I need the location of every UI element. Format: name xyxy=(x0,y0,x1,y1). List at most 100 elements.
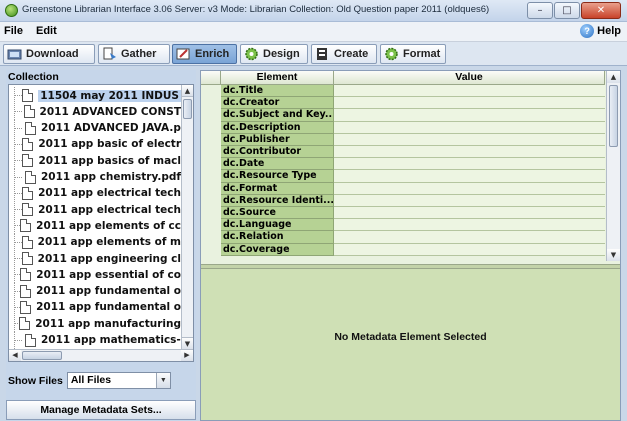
tree-file-item[interactable]: 2011 app mathematics- xyxy=(9,331,181,349)
metadata-value-cell[interactable] xyxy=(334,194,605,207)
tree-file-item[interactable]: 2011 app chemistry.pdf xyxy=(9,168,181,186)
metadata-value-cell[interactable] xyxy=(334,158,605,171)
metadata-element-name[interactable]: dc.Description xyxy=(221,121,334,134)
metadata-element-name[interactable]: dc.Publisher xyxy=(221,133,334,146)
tree-file-item[interactable]: 2011 app basic of electr xyxy=(9,135,181,153)
tree-file-item[interactable]: 2011 app basics of macl xyxy=(9,152,181,170)
tab-gather[interactable]: Gather xyxy=(98,44,170,64)
tree-file-item[interactable]: 2011 app elements of m xyxy=(9,233,181,251)
create-icon xyxy=(315,47,330,61)
tree-file-name: 2011 ADVANCED JAVA.p xyxy=(41,122,181,135)
metadata-element-name[interactable]: dc.Title xyxy=(221,85,334,98)
scroll-right-icon[interactable]: ▶ xyxy=(181,350,193,361)
tab-design-label: Design xyxy=(263,48,300,60)
metadata-value-cell[interactable] xyxy=(334,85,605,98)
tree-file-name: 2011 app elements of m xyxy=(37,236,181,249)
tab-download[interactable]: Download xyxy=(3,44,95,64)
metadata-element-name[interactable]: dc.Creator xyxy=(221,97,334,110)
metadata-value-cell[interactable] xyxy=(334,243,605,256)
tree-file-name: 2011 app basics of macl xyxy=(38,154,181,167)
tree-vertical-scrollbar[interactable]: ▲ ▼ xyxy=(181,85,193,349)
metadata-row[interactable]: dc.Contributor xyxy=(221,146,605,159)
scroll-up-icon[interactable]: ▲ xyxy=(182,85,193,97)
metadata-value-cell[interactable] xyxy=(334,109,605,122)
metadata-value-cell[interactable] xyxy=(334,182,605,195)
tree-file-item[interactable]: 2011 app electrical tech xyxy=(9,184,181,202)
tree-file-item[interactable]: 2011 app fundamental o xyxy=(9,282,181,300)
tree-file-item[interactable]: 2011 app fundamental o xyxy=(9,298,181,316)
metadata-scroll-thumb[interactable] xyxy=(609,85,618,147)
minimize-button[interactable]: – xyxy=(527,2,553,19)
metadata-element-name[interactable]: dc.Relation xyxy=(221,231,334,244)
manage-metadata-sets-button[interactable]: Manage Metadata Sets... xyxy=(6,400,196,420)
format-icon xyxy=(384,47,399,61)
menu-bar: File Edit ? Help xyxy=(0,22,627,42)
close-button[interactable]: ✕ xyxy=(581,2,621,19)
tree-scroll-thumb[interactable] xyxy=(183,99,192,119)
column-header-element[interactable]: Element xyxy=(221,71,334,85)
tab-create[interactable]: Create xyxy=(311,44,377,64)
tree-file-item[interactable]: 2011 app engineering cl xyxy=(9,250,181,267)
metadata-row[interactable]: dc.Creator xyxy=(221,97,605,110)
tab-format-label: Format xyxy=(403,48,441,60)
chevron-down-icon[interactable]: ▼ xyxy=(155,373,170,388)
tree-horizontal-scrollbar[interactable]: ◀ ▶ xyxy=(9,349,193,361)
metadata-element-name[interactable]: dc.Resource Type xyxy=(221,170,334,183)
metadata-row[interactable]: dc.Relation xyxy=(221,231,605,244)
menu-file[interactable]: File xyxy=(4,25,23,37)
metadata-element-name[interactable]: dc.Language xyxy=(221,219,334,232)
metadata-value-cell[interactable] xyxy=(334,170,605,183)
metadata-element-name[interactable]: dc.Source xyxy=(221,207,334,220)
metadata-element-name[interactable]: dc.Format xyxy=(221,182,334,195)
tree-hscroll-thumb[interactable] xyxy=(22,351,62,360)
metadata-value-cell[interactable] xyxy=(334,219,605,232)
metadata-row[interactable]: dc.Coverage xyxy=(221,243,605,256)
tab-design[interactable]: Design xyxy=(240,44,308,64)
tree-file-item[interactable]: 2011 app elements of cc xyxy=(9,217,181,235)
tree-file-item[interactable]: 2011 app electrical tech xyxy=(9,201,181,219)
metadata-element-name[interactable]: dc.Date xyxy=(221,158,334,171)
scroll-down-icon[interactable]: ▼ xyxy=(607,249,620,261)
metadata-row[interactable]: dc.Resource Type xyxy=(221,170,605,183)
metadata-vertical-scrollbar[interactable]: ▲ ▼ xyxy=(606,71,620,261)
tree-file-item[interactable]: 2011 ADVANCED CONST xyxy=(9,103,181,121)
metadata-value-cell[interactable] xyxy=(334,133,605,146)
metadata-row[interactable]: dc.Subject and Key... xyxy=(221,109,605,122)
collection-file-tree[interactable]: 11504 may 2011 INDUS 2011 ADVANCED CONST 2… xyxy=(8,84,194,362)
help-label: Help xyxy=(597,25,621,37)
tab-format[interactable]: Format xyxy=(380,44,446,64)
metadata-row[interactable]: dc.Date xyxy=(221,158,605,171)
metadata-row[interactable]: dc.Resource Identi... xyxy=(221,194,605,207)
metadata-element-name[interactable]: dc.Contributor xyxy=(221,146,334,159)
menu-edit[interactable]: Edit xyxy=(36,25,57,37)
tree-file-item[interactable]: 11504 may 2011 INDUS xyxy=(9,87,181,104)
panel-splitter[interactable] xyxy=(201,264,620,269)
metadata-row[interactable]: dc.Publisher xyxy=(221,133,605,146)
metadata-row[interactable]: dc.Source xyxy=(221,207,605,220)
document-icon xyxy=(22,186,34,200)
metadata-row[interactable]: dc.Description xyxy=(221,121,605,134)
metadata-element-name[interactable]: dc.Coverage xyxy=(221,243,334,256)
scroll-down-icon[interactable]: ▼ xyxy=(182,337,193,349)
metadata-row[interactable]: dc.Title xyxy=(221,85,605,98)
menu-help[interactable]: ? Help xyxy=(580,24,621,38)
tree-file-item[interactable]: 2011 ADVANCED JAVA.p xyxy=(9,119,181,137)
scroll-up-icon[interactable]: ▲ xyxy=(607,71,620,83)
metadata-value-cell[interactable] xyxy=(334,121,605,134)
maximize-button[interactable]: □ xyxy=(554,2,580,19)
metadata-value-cell[interactable] xyxy=(334,97,605,110)
scroll-left-icon[interactable]: ◀ xyxy=(9,350,21,361)
metadata-value-cell[interactable] xyxy=(334,146,605,159)
column-header-value[interactable]: Value xyxy=(334,71,605,85)
tab-enrich[interactable]: Enrich xyxy=(172,44,237,64)
tree-file-item[interactable]: 2011 app essential of co xyxy=(9,266,181,284)
metadata-element-name[interactable]: dc.Resource Identi... xyxy=(221,194,334,207)
metadata-value-cell[interactable] xyxy=(334,207,605,220)
metadata-value-cell[interactable] xyxy=(334,231,605,244)
metadata-row[interactable]: dc.Language xyxy=(221,219,605,232)
tree-file-item[interactable]: 2011 app manufacturing xyxy=(9,315,181,333)
metadata-element-name[interactable]: dc.Subject and Key... xyxy=(221,109,334,122)
tree-connector xyxy=(14,119,25,137)
metadata-row[interactable]: dc.Format xyxy=(221,182,605,195)
show-files-select[interactable]: All Files ▼ xyxy=(66,372,171,389)
